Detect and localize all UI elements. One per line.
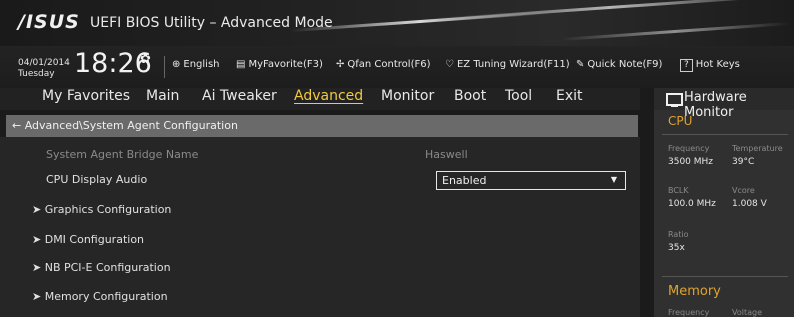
submenu-label: ➤ DMI Configuration	[32, 233, 144, 246]
tab-exit[interactable]: Exit	[556, 88, 583, 104]
divider	[662, 276, 788, 277]
divider	[662, 134, 788, 135]
tab-advanced[interactable]: Advanced	[294, 88, 363, 104]
tab-monitor[interactable]: Monitor	[381, 88, 434, 104]
hardware-monitor-header: Hardware Monitor	[654, 88, 794, 120]
divider	[164, 56, 165, 78]
note-icon: ✎	[576, 59, 585, 70]
memory-section-title: Memory	[668, 284, 721, 299]
bridge-name-value: Haswell	[425, 148, 468, 161]
asus-logo: /ISUS	[18, 11, 80, 33]
caret-right-icon: ➤	[32, 203, 45, 216]
submenu-label: ➤ Memory Configuration	[32, 290, 168, 303]
tab-main[interactable]: Main	[146, 88, 179, 104]
submenu-text: Memory Configuration	[44, 290, 168, 303]
select-value: Enabled	[442, 174, 487, 187]
favorite-list-icon: ▤	[236, 59, 246, 70]
fan-icon: ✢	[336, 59, 345, 70]
submenu-text: DMI Configuration	[44, 233, 145, 246]
tab-boot[interactable]: Boot	[454, 88, 486, 104]
submenu-label: ➤ NB PCI-E Configuration	[32, 261, 171, 274]
date-text: 04/01/2014	[18, 58, 70, 68]
decor-streak	[560, 21, 790, 42]
submenu-label: ➤ Graphics Configuration	[32, 203, 171, 216]
memory-voltage-label: Voltage	[732, 308, 763, 317]
submenu-text: Graphics Configuration	[44, 203, 172, 216]
bclk-label: BCLK	[668, 186, 689, 195]
submenu-text: NB PCI-E Configuration	[44, 261, 171, 274]
tab-ai-tweaker[interactable]: Ai Tweaker	[202, 88, 277, 104]
day-text: Tuesday	[18, 69, 55, 79]
globe-icon: ⊕	[172, 59, 181, 70]
hotkeys-icon: ?	[680, 59, 693, 72]
quick-note-label: Quick Note(F9)	[587, 59, 663, 70]
cpu-section-title: CPU	[668, 114, 693, 128]
chevron-down-icon: ▼	[610, 175, 617, 184]
tab-tool[interactable]: Tool	[505, 88, 532, 104]
date-display: 04/01/2014 Tuesday	[18, 58, 70, 80]
breadcrumb[interactable]: ← Advanced\System Agent Configuration	[6, 115, 638, 137]
cpu-temperature-label: Temperature	[732, 144, 783, 153]
myfavorite-label: MyFavorite(F3)	[248, 59, 323, 70]
memory-frequency-label: Frequency	[668, 308, 710, 317]
quick-note-button[interactable]: ✎ Quick Note(F9)	[576, 59, 662, 70]
monitor-icon	[666, 93, 683, 107]
ratio-value: 35x	[668, 243, 685, 253]
bridge-name-label: System Agent Bridge Name	[46, 148, 199, 161]
cpu-display-audio-select[interactable]: Enabled ▼	[436, 171, 626, 190]
qfan-label: Qfan Control(F6)	[347, 59, 431, 70]
cpu-display-audio-label: CPU Display Audio	[46, 173, 148, 186]
hot-keys-label: Hot Keys	[695, 59, 740, 70]
app-title: UEFI BIOS Utility – Advanced Mode	[90, 15, 333, 31]
language-label: English	[183, 59, 220, 70]
gear-icon[interactable]: ✿	[140, 52, 151, 67]
vcore-value: 1.008 V	[732, 199, 767, 209]
caret-right-icon: ➤	[32, 261, 45, 274]
breadcrumb-text: ← Advanced\System Agent Configuration	[12, 119, 238, 132]
language-button[interactable]: ⊕ English	[172, 59, 220, 70]
hot-keys-button[interactable]: ? Hot Keys	[680, 59, 740, 72]
bclk-value: 100.0 MHz	[668, 199, 716, 209]
ez-tuning-button[interactable]: ♡ EZ Tuning Wizard(F11)	[445, 59, 570, 70]
ratio-label: Ratio	[668, 230, 689, 239]
bulb-icon: ♡	[445, 59, 454, 70]
ez-tuning-label: EZ Tuning Wizard(F11)	[456, 59, 570, 70]
cpu-temperature-value: 39°C	[732, 157, 755, 167]
cpu-frequency-label: Frequency	[668, 144, 710, 153]
title-bar: /ISUS UEFI BIOS Utility – Advanced Mode	[0, 0, 794, 46]
tab-my-favorites[interactable]: My Favorites	[42, 88, 130, 104]
cpu-frequency-value: 3500 MHz	[668, 157, 714, 167]
caret-right-icon: ➤	[32, 233, 45, 246]
qfan-button[interactable]: ✢ Qfan Control(F6)	[336, 59, 431, 70]
caret-right-icon: ➤	[32, 290, 45, 303]
vcore-label: Vcore	[732, 186, 755, 195]
hardware-monitor-title: Hardware Monitor	[684, 90, 747, 120]
myfavorite-button[interactable]: ▤ MyFavorite(F3)	[236, 59, 323, 70]
